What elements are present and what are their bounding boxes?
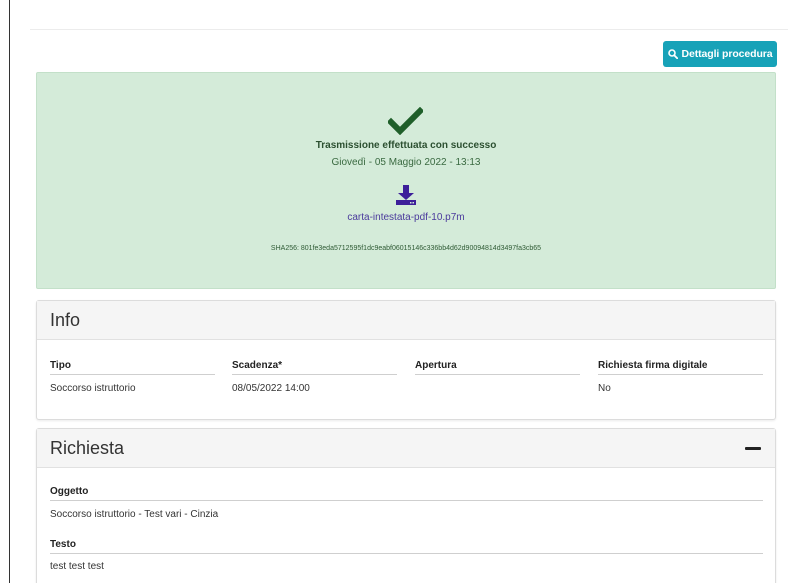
info-card-header: Info	[37, 301, 775, 340]
info-card: Info Tipo Scadenza* Apertura Richiesta f…	[36, 300, 776, 420]
info-title: Info	[50, 310, 81, 330]
richiesta-title: Richiesta	[50, 438, 125, 458]
value-firma-digitale: No	[598, 383, 611, 394]
column-header-tipo: Tipo	[50, 360, 215, 375]
check-icon	[388, 107, 423, 135]
column-header-firma-digitale: Richiesta firma digitale	[598, 360, 763, 375]
success-date: Giovedì - 05 Maggio 2022 - 13:13	[331, 157, 481, 168]
top-divider	[30, 29, 788, 30]
dettagli-procedura-button[interactable]: Dettagli procedura	[663, 41, 777, 67]
download-icon[interactable]	[395, 184, 417, 206]
column-header-scadenza: Scadenza*	[232, 360, 397, 375]
value-tipo: Soccorso istruttorio	[50, 383, 136, 394]
oggetto-label: Oggetto	[50, 486, 763, 501]
testo-label: Testo	[50, 539, 763, 554]
sha256-hash: SHA256: 801fe3eda5712595f1dc9eabf0601514…	[270, 245, 542, 252]
oggetto-value: Soccorso istruttorio - Test vari - Cinzi…	[50, 509, 219, 520]
left-border-line	[9, 0, 10, 583]
richiesta-card: Richiesta Oggetto Soccorso istruttorio -…	[36, 428, 776, 583]
richiesta-card-header: Richiesta	[37, 429, 775, 468]
value-scadenza: 08/05/2022 14:00	[232, 383, 310, 394]
column-header-apertura: Apertura	[415, 360, 580, 375]
search-icon	[667, 49, 678, 59]
success-message: Trasmissione effettuata con successo	[315, 140, 497, 151]
file-download-link[interactable]: carta-intestata-pdf-10.p7m	[36, 212, 776, 223]
testo-value: test test test	[50, 561, 104, 572]
collapse-minus-icon[interactable]	[745, 447, 761, 450]
dettagli-procedura-label: Dettagli procedura	[681, 48, 773, 60]
success-panel	[36, 72, 776, 289]
